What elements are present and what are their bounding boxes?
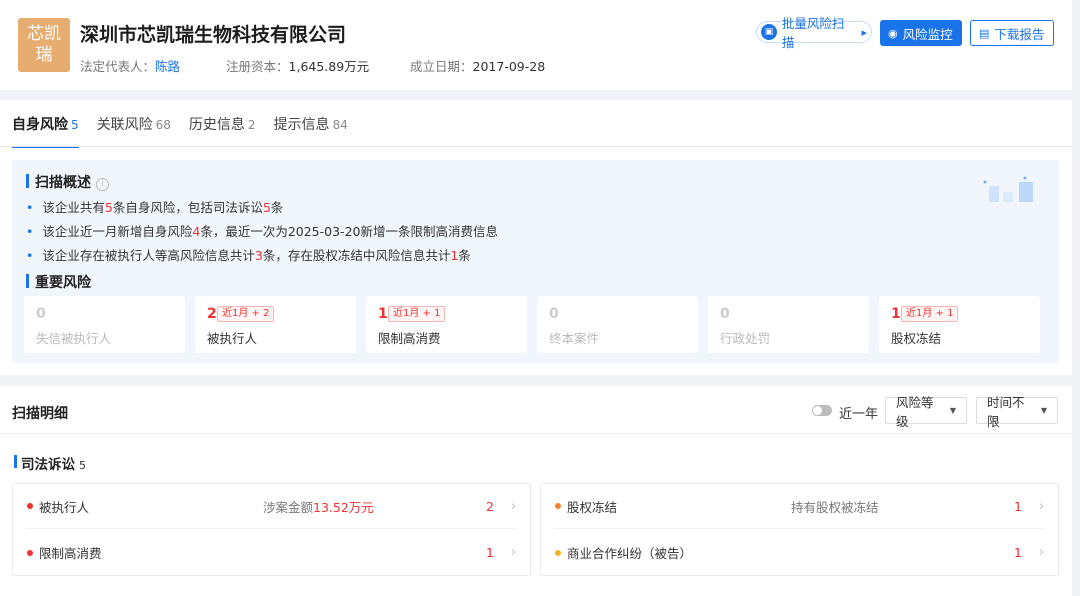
toggle-label: 近一年 [839,407,879,422]
tab-hint-info[interactable]: 提示信息 84 [274,114,348,148]
monitor-icon: ◉ [888,26,898,40]
major-risk-list: 0 失信被执行人 2 近1月 + 2 被执行人 1 近1月 + 1 限制高消费 … [24,296,1040,353]
download-report-button[interactable]: ▤ 下载报告 [970,20,1054,46]
judicial-section-title: 司法诉讼 5 [14,453,86,473]
recent-badge: 近1月 + 1 [388,306,446,322]
risk-card-equity-freeze[interactable]: 1 近1月 + 1 股权冻结 [879,296,1040,353]
batch-scan-button[interactable]: ▣ 批量风险扫描 ▸ [756,16,872,50]
risk-card-consumption-restriction[interactable]: 1 近1月 + 1 限制高消费 [366,296,527,353]
judicial-panel-right: 股权冻结 持有股权被冻结 1 › 商业合作纠纷（被告） 1 › [540,483,1059,576]
list-item-commercial-dispute[interactable]: 商业合作纠纷（被告） 1 › [555,530,1044,575]
legal-representative: 法定代表人：陈路 [80,59,181,74]
detail-divider [0,433,1072,434]
risk-level-dropdown[interactable]: 风险等级 ▼ [885,395,967,429]
overview-title: 扫描概述 i [26,172,109,192]
risk-monitor-button[interactable]: ◉ 风险监控 [880,20,962,46]
scan-overview: 扫描概述i 该企业共有5条自身风险，包括司法诉讼5条 该企业近一月新增自身风险4… [12,160,1059,363]
recent-year-toggle[interactable] [812,405,832,416]
company-logo: 芯凯 瑞 [18,18,70,72]
overview-bullet-1: 该企业共有5条自身风险，包括司法诉讼5条 [26,197,283,216]
caret-down-icon: ▼ [1040,406,1047,415]
chevron-right-icon: › [510,545,516,560]
tab-divider [0,146,1072,147]
chevron-right-icon: › [1038,498,1044,514]
legal-rep-link[interactable]: 陈路 [155,59,180,74]
chevron-right-icon: › [1038,545,1044,560]
company-name: 深圳市芯凯瑞生物科技有限公司 [80,24,347,46]
risk-main-card: 自身风险5 关联风险68 历史信息2 提示信息84 扫描概述i 该企业共有5条自… [0,100,1072,375]
list-item-executee[interactable]: 被执行人 涉案金额13.52万元 2 › [27,484,516,529]
case-amount: 涉案金额13.52万元 [263,499,374,515]
tab-related-risk[interactable]: 关联风险 68 [97,114,171,148]
logo-text-line2: 瑞 [35,45,53,65]
recent-badge: 近1月 + 1 [901,306,959,322]
list-item-consumption-restriction[interactable]: 限制高消费 1 › [27,530,516,575]
company-header: 芯凯 瑞 深圳市芯凯瑞生物科技有限公司 法定代表人：陈路 注册资本：1,645.… [0,0,1072,90]
time-range-dropdown[interactable]: 时间不限 ▼ [976,395,1058,429]
chevron-right-icon: › [510,498,516,514]
judicial-panel-left: 被执行人 涉案金额13.52万元 2 › 限制高消费 1 › [12,483,531,576]
high-risk-dot [27,503,33,509]
info-icon[interactable]: i [96,178,109,191]
registered-capital: 注册资本：1,645.89万元 [226,59,370,74]
risk-card-terminated-case[interactable]: 0 终本案件 [537,296,698,353]
scan-detail-card: 扫描明细 近一年 风险等级 ▼ 时间不限 ▼ 司法诉讼 5 被执行人 涉案金额13.5… [0,386,1072,596]
risk-card-admin-penalty[interactable]: 0 行政处罚 [708,296,869,353]
risk-card-executee[interactable]: 2 近1月 + 2 被执行人 [195,296,356,353]
list-item-equity-freeze[interactable]: 股权冻结 持有股权被冻结 1 › [555,484,1044,529]
scan-icon: ▣ [761,24,777,40]
high-risk-dot [27,549,33,556]
recent-badge: 近1月 + 2 [217,306,275,322]
risk-card-dishonest-executee[interactable]: 0 失信被执行人 [24,296,185,353]
major-risk-title: 重要风险 [26,272,91,292]
risk-tabs: 自身风险 5 关联风险 68 历史信息 2 提示信息 84 [12,114,348,148]
overview-bullet-2: 该企业近一月新增自身风险4条，最近一次为2025-03-20新增一条限制高消费信… [26,221,498,240]
detail-title: 扫描明细 [12,406,68,422]
logo-text-line1: 芯凯 [27,24,61,44]
tab-self-risk[interactable]: 自身风险 5 [12,114,79,148]
overview-bullet-3: 该企业存在被执行人等高风险信息共计3条，存在股权冻结中风险信息共计1条 [26,245,470,264]
chart-decoration-icon [983,176,1033,202]
caret-right-icon: ▸ [861,25,867,39]
caret-down-icon: ▼ [949,406,956,415]
document-icon: ▤ [979,26,990,40]
established-date: 成立日期：2017-09-28 [410,59,546,74]
tab-history-info[interactable]: 历史信息 2 [189,114,256,148]
medium-risk-dot [555,503,561,509]
low-risk-dot [555,549,561,556]
